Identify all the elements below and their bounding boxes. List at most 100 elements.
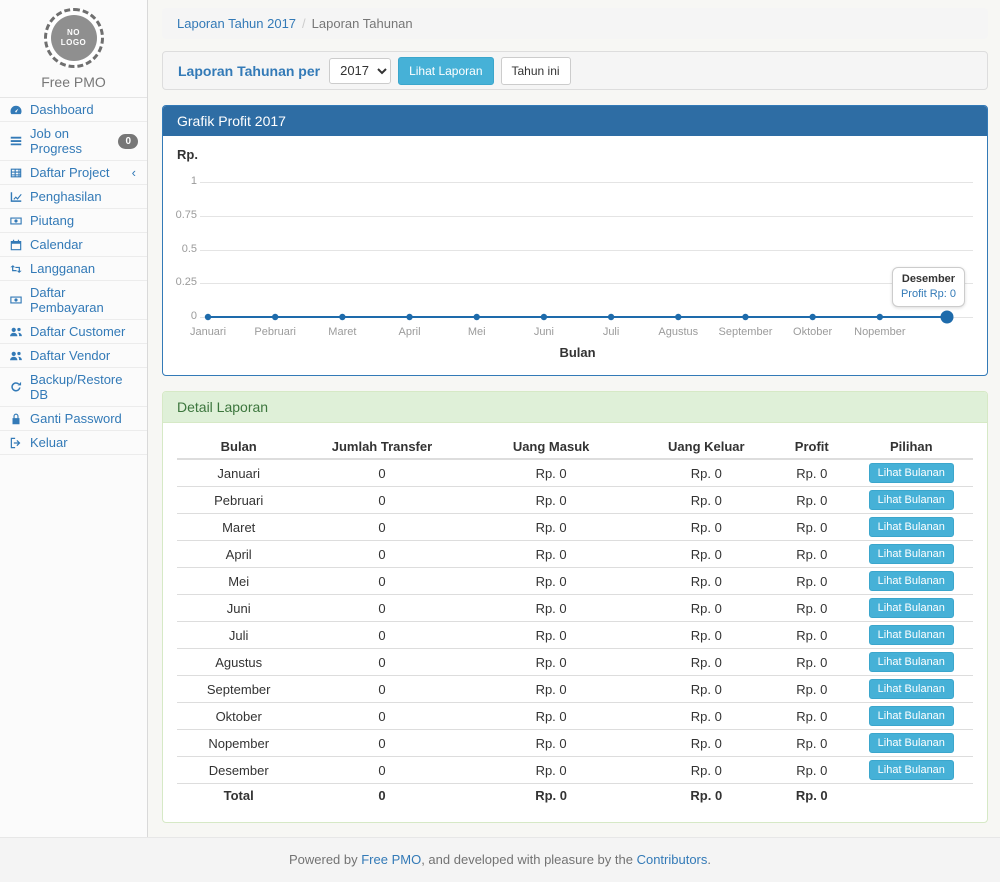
value-cell: Rp. 0 — [639, 595, 774, 622]
brand-name: Free PMO — [0, 74, 147, 90]
sidebar-item-label: Piutang — [30, 213, 138, 228]
action-cell: Lihat Bulanan — [850, 622, 973, 649]
chart-point-april[interactable] — [406, 314, 412, 320]
sidebar-item-label: Daftar Project — [30, 165, 126, 180]
view-monthly-button-desember[interactable]: Lihat Bulanan — [869, 760, 954, 780]
footer-link-free-pmo[interactable]: Free PMO — [361, 852, 421, 867]
sidebar-item-backup-restore-db[interactable]: Backup/Restore DB — [0, 368, 147, 407]
view-monthly-button-pebruari[interactable]: Lihat Bulanan — [869, 490, 954, 510]
sidebar-item-daftar-pembayaran[interactable]: Daftar Pembayaran — [0, 281, 147, 320]
breadcrumb-link-laporan-tahun[interactable]: Laporan Tahun 2017 — [177, 16, 296, 31]
users-icon — [9, 325, 24, 339]
sidebar-item-keluar[interactable]: Keluar — [0, 431, 147, 455]
month-cell: April — [177, 541, 300, 568]
value-cell: Rp. 0 — [639, 676, 774, 703]
sidebar-item-penghasilan[interactable]: Penghasilan — [0, 185, 147, 209]
sidebar-item-ganti-password[interactable]: Ganti Password — [0, 407, 147, 431]
chart-point-agustus[interactable] — [675, 314, 681, 320]
sidebar-item-calendar[interactable]: Calendar — [0, 233, 147, 257]
view-monthly-button-april[interactable]: Lihat Bulanan — [869, 544, 954, 564]
sidebar-nav: DashboardJob on Progress0 Daftar Project ‹… — [0, 97, 147, 455]
chart-tooltip-value: Profit Rp: 0 — [901, 288, 956, 300]
view-monthly-button-juni[interactable]: Lihat Bulanan — [869, 598, 954, 618]
view-monthly-button-oktober[interactable]: Lihat Bulanan — [869, 706, 954, 726]
chart-point-mei[interactable] — [474, 314, 480, 320]
chart-point-pebruari[interactable] — [272, 314, 278, 320]
action-cell: Lihat Bulanan — [850, 595, 973, 622]
month-cell: September — [177, 676, 300, 703]
action-cell: Lihat Bulanan — [850, 730, 973, 757]
value-cell: Rp. 0 — [639, 487, 774, 514]
year-select[interactable]: 2017 — [329, 58, 391, 84]
sidebar-item-label: Backup/Restore DB — [30, 372, 138, 402]
value-cell: Rp. 0 — [464, 541, 639, 568]
value-cell: Rp. 0 — [464, 622, 639, 649]
month-cell: Pebruari — [177, 487, 300, 514]
sidebar-item-dashboard[interactable]: Dashboard — [0, 98, 147, 122]
month-cell: Januari — [177, 459, 300, 487]
col-header-bulan: Bulan — [177, 435, 300, 459]
sidebar-item-label: Daftar Customer — [30, 324, 138, 339]
sidebar-item-job-on-progress[interactable]: Job on Progress0 — [0, 122, 147, 161]
chart-point-maret[interactable] — [339, 314, 345, 320]
money-icon — [9, 293, 24, 307]
sign-out-icon — [9, 436, 24, 450]
value-cell: 0 — [300, 676, 463, 703]
main-content: Laporan Tahun 2017/Laporan Tahunan Lapor… — [148, 0, 1000, 837]
total-cell: 0 — [300, 784, 463, 808]
refresh-icon — [9, 380, 24, 394]
chart-point-desember[interactable] — [941, 311, 954, 324]
chart-point-oktober[interactable] — [809, 314, 815, 320]
sidebar-item-daftar-vendor[interactable]: Daftar Vendor — [0, 344, 147, 368]
action-cell: Lihat Bulanan — [850, 459, 973, 487]
value-cell: 0 — [300, 487, 463, 514]
report-table-body: Januari0Rp. 0Rp. 0Rp. 0Lihat BulananPebr… — [177, 459, 973, 808]
value-cell: Rp. 0 — [464, 595, 639, 622]
value-cell: 0 — [300, 514, 463, 541]
view-monthly-button-agustus[interactable]: Lihat Bulanan — [869, 652, 954, 672]
view-monthly-button-september[interactable]: Lihat Bulanan — [869, 679, 954, 699]
value-cell: Rp. 0 — [774, 487, 850, 514]
value-cell: Rp. 0 — [464, 649, 639, 676]
chart-point-juni[interactable] — [541, 314, 547, 320]
view-monthly-button-juli[interactable]: Lihat Bulanan — [869, 625, 954, 645]
sidebar-item-daftar-customer[interactable]: Daftar Customer — [0, 320, 147, 344]
table-row-agustus: Agustus0Rp. 0Rp. 0Rp. 0Lihat Bulanan — [177, 649, 973, 676]
month-cell: Juli — [177, 622, 300, 649]
action-cell: Lihat Bulanan — [850, 541, 973, 568]
chart-point-juli[interactable] — [608, 314, 614, 320]
sidebar-item-label: Keluar — [30, 435, 138, 450]
chevron-left-icon: ‹ — [132, 167, 138, 179]
sidebar-item-piutang[interactable]: Piutang — [0, 209, 147, 233]
view-monthly-button-januari[interactable]: Lihat Bulanan — [869, 463, 954, 483]
col-header-pilihan: Pilihan — [850, 435, 973, 459]
action-cell: Lihat Bulanan — [850, 703, 973, 730]
table-total-row: Total0Rp. 0Rp. 0Rp. 0 — [177, 784, 973, 808]
value-cell: 0 — [300, 622, 463, 649]
chart-point-nopember[interactable] — [877, 314, 883, 320]
value-cell: Rp. 0 — [639, 757, 774, 784]
footer-link-contributors[interactable]: Contributors — [637, 852, 708, 867]
value-cell: 0 — [300, 568, 463, 595]
value-cell: Rp. 0 — [774, 568, 850, 595]
chart-point-september[interactable] — [742, 314, 748, 320]
table-row-maret: Maret0Rp. 0Rp. 0Rp. 0Lihat Bulanan — [177, 514, 973, 541]
chart-point-januari[interactable] — [205, 314, 211, 320]
sidebar-item-label: Daftar Pembayaran — [30, 285, 138, 315]
breadcrumb-current: Laporan Tahunan — [312, 16, 413, 31]
view-monthly-button-maret[interactable]: Lihat Bulanan — [869, 517, 954, 537]
view-monthly-button-mei[interactable]: Lihat Bulanan — [869, 571, 954, 591]
report-table: BulanJumlah TransferUang MasukUang Kelua… — [177, 435, 973, 808]
table-row-juli: Juli0Rp. 0Rp. 0Rp. 0Lihat Bulanan — [177, 622, 973, 649]
sidebar: NO LOGO Free PMO DashboardJob on Progres… — [0, 0, 148, 837]
view-report-button[interactable]: Lihat Laporan — [398, 57, 493, 85]
sidebar-item-langganan[interactable]: Langganan — [0, 257, 147, 281]
value-cell: Rp. 0 — [639, 541, 774, 568]
value-cell: Rp. 0 — [464, 459, 639, 487]
view-monthly-button-nopember[interactable]: Lihat Bulanan — [869, 733, 954, 753]
this-year-button[interactable]: Tahun ini — [501, 57, 571, 85]
sidebar-item-daftar-project[interactable]: Daftar Project ‹ — [0, 161, 147, 185]
calendar-icon — [9, 238, 24, 252]
users-icon — [9, 349, 24, 363]
value-cell: Rp. 0 — [639, 730, 774, 757]
